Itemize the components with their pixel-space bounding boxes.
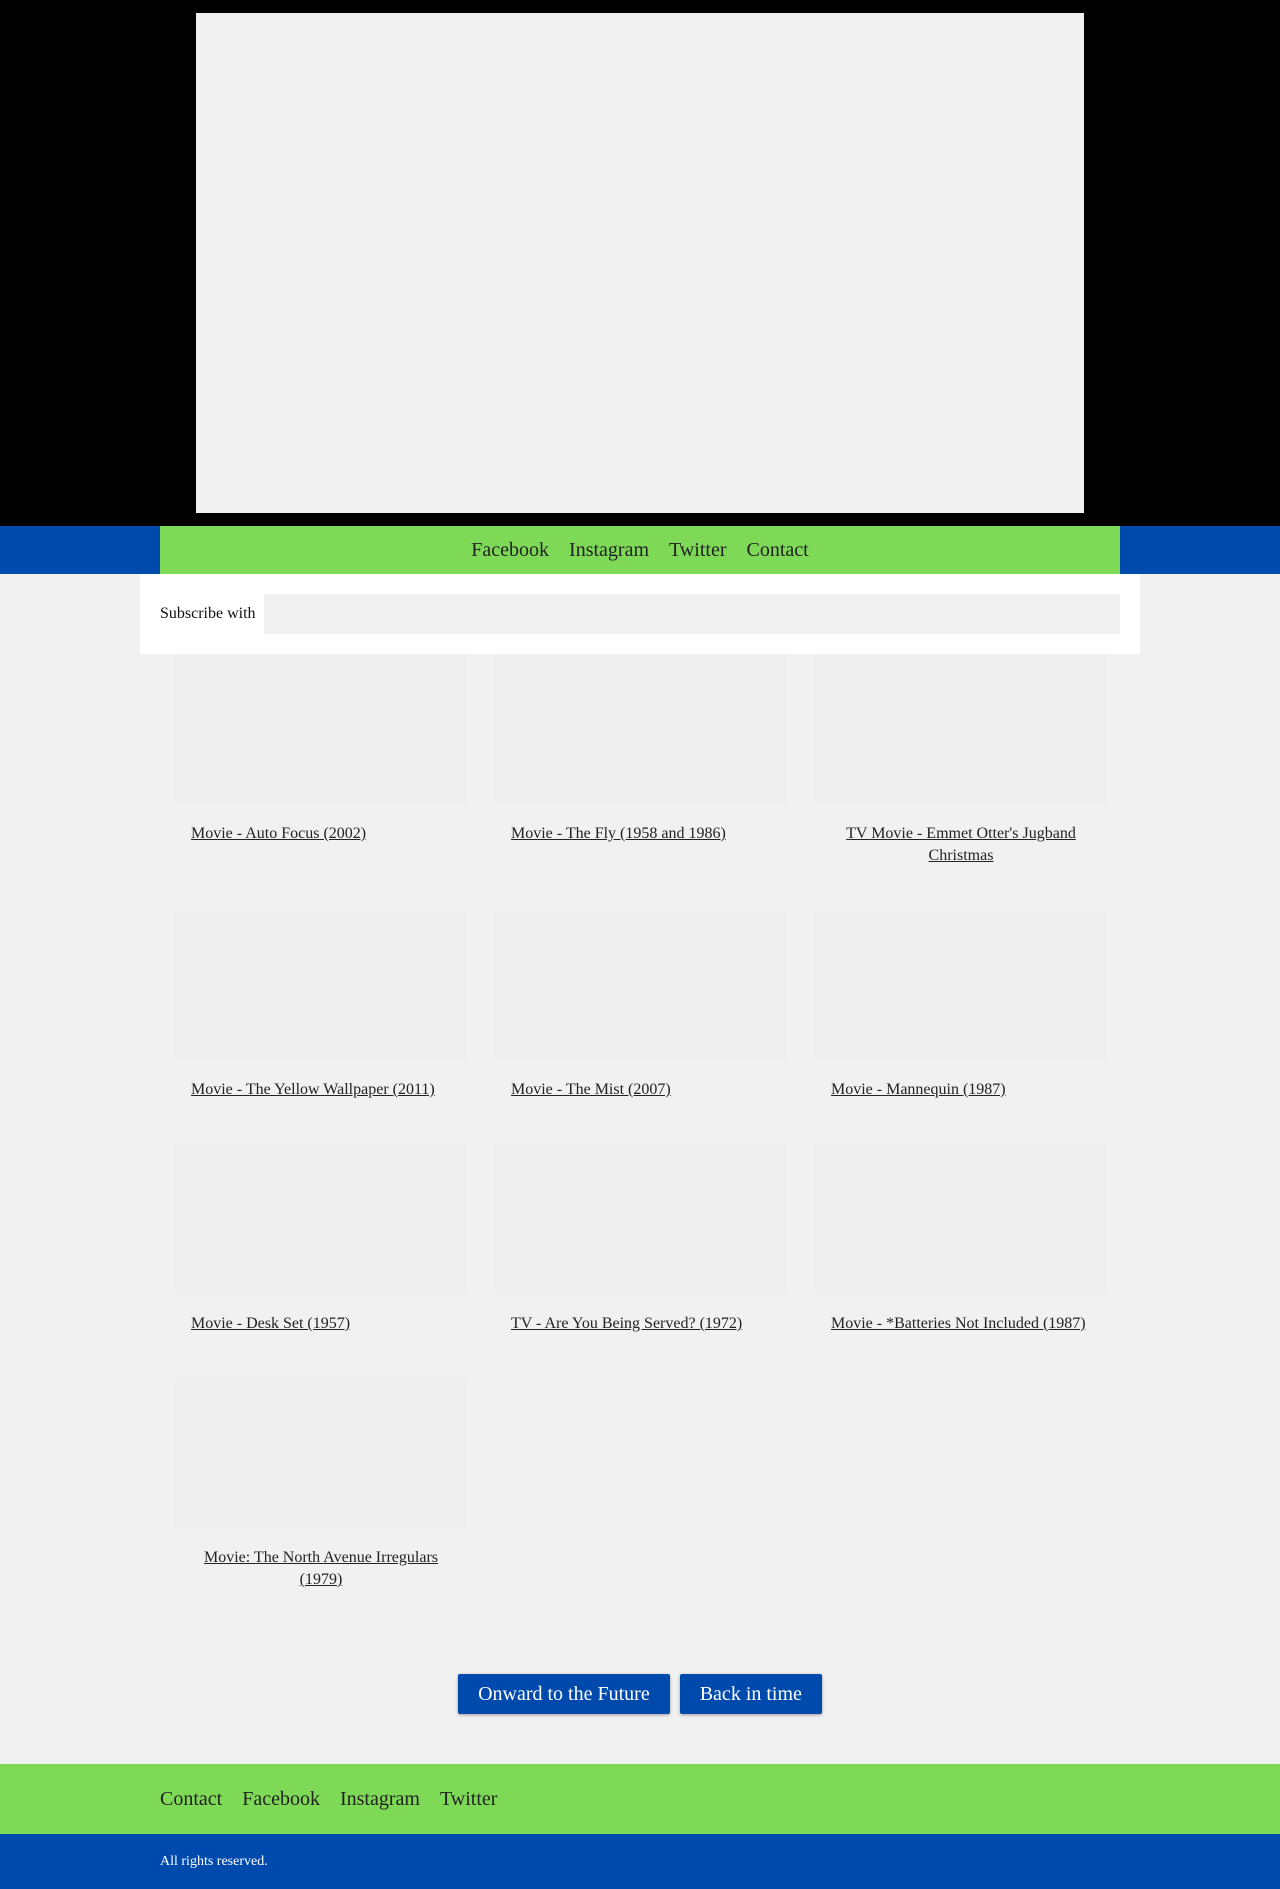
nav-link-contact[interactable]: Contact <box>747 539 809 562</box>
card-title[interactable]: Movie - Mannequin (1987) <box>831 1079 1091 1101</box>
card-thumbnail[interactable] <box>495 1144 787 1294</box>
card-thumbnail[interactable] <box>175 654 467 804</box>
copyright-text: All rights reserved. <box>160 1854 268 1869</box>
page: Facebook Instagram Twitter Contact Subsc… <box>0 0 1280 1889</box>
card-title[interactable]: Movie - The Mist (2007) <box>511 1079 771 1101</box>
next-page-button[interactable]: Onward to the Future <box>458 1674 670 1714</box>
prev-page-button[interactable]: Back in time <box>679 1674 822 1714</box>
pagination: Onward to the Future Back in time <box>0 1674 1280 1714</box>
top-navigation: Facebook Instagram Twitter Contact <box>160 526 1120 574</box>
card-thumbnail[interactable] <box>175 1144 467 1294</box>
card-7[interactable]: Movie - Desk Set (1957) <box>175 1144 467 1335</box>
hero-image <box>196 13 1084 513</box>
card-title[interactable]: Movie - The Fly (1958 and 1986) <box>511 823 771 845</box>
footer-link-instagram[interactable]: Instagram <box>340 1788 420 1811</box>
card-title[interactable]: TV - Are You Being Served? (1972) <box>511 1313 771 1335</box>
card-title[interactable]: Movie - *Batteries Not Included (1987) <box>831 1313 1091 1335</box>
card-thumbnail[interactable] <box>815 654 1107 804</box>
card-title[interactable]: Movie - The Yellow Wallpaper (2011) <box>191 1079 451 1101</box>
card-5[interactable]: Movie - The Mist (2007) <box>495 910 787 1101</box>
card-3[interactable]: TV Movie - Emmet Otter's Jugband Christm… <box>815 654 1107 867</box>
card-thumbnail[interactable] <box>175 910 467 1060</box>
footer-bottom: All rights reserved. <box>0 1834 1280 1889</box>
footer-link-twitter[interactable]: Twitter <box>440 1788 497 1811</box>
card-thumbnail[interactable] <box>815 910 1107 1060</box>
hero-banner <box>0 0 1280 526</box>
subscribe-label: Subscribe with <box>160 605 256 622</box>
card-thumbnail[interactable] <box>495 654 787 804</box>
nav-link-instagram[interactable]: Instagram <box>569 539 649 562</box>
card-title[interactable]: Movie - Auto Focus (2002) <box>191 823 451 845</box>
card-thumbnail[interactable] <box>815 1144 1107 1294</box>
card-thumbnail[interactable] <box>175 1378 467 1528</box>
card-title[interactable]: TV Movie - Emmet Otter's Jugband Christm… <box>831 823 1091 867</box>
subscribe-bar: Subscribe with <box>140 574 1140 654</box>
card-thumbnail[interactable] <box>495 910 787 1060</box>
card-4[interactable]: Movie - The Yellow Wallpaper (2011) <box>175 910 467 1101</box>
footer-navigation: Contact Facebook Instagram Twitter <box>160 1764 497 1834</box>
subscribe-input[interactable] <box>264 594 1120 634</box>
nav-link-twitter[interactable]: Twitter <box>669 539 726 562</box>
card-2[interactable]: Movie - The Fly (1958 and 1986) <box>495 654 787 845</box>
card-6[interactable]: Movie - Mannequin (1987) <box>815 910 1107 1101</box>
card-10[interactable]: Movie: The North Avenue Irregulars (1979… <box>175 1378 467 1591</box>
card-8[interactable]: TV - Are You Being Served? (1972) <box>495 1144 787 1335</box>
footer-link-facebook[interactable]: Facebook <box>242 1788 320 1811</box>
nav-link-facebook[interactable]: Facebook <box>471 539 549 562</box>
footer-link-contact[interactable]: Contact <box>160 1788 222 1811</box>
card-title[interactable]: Movie - Desk Set (1957) <box>191 1313 451 1335</box>
footer-nav-band: Contact Facebook Instagram Twitter <box>0 1764 1280 1834</box>
card-9[interactable]: Movie - *Batteries Not Included (1987) <box>815 1144 1107 1335</box>
card-1[interactable]: Movie - Auto Focus (2002) <box>175 654 467 845</box>
card-title[interactable]: Movie: The North Avenue Irregulars (1979… <box>191 1547 451 1591</box>
